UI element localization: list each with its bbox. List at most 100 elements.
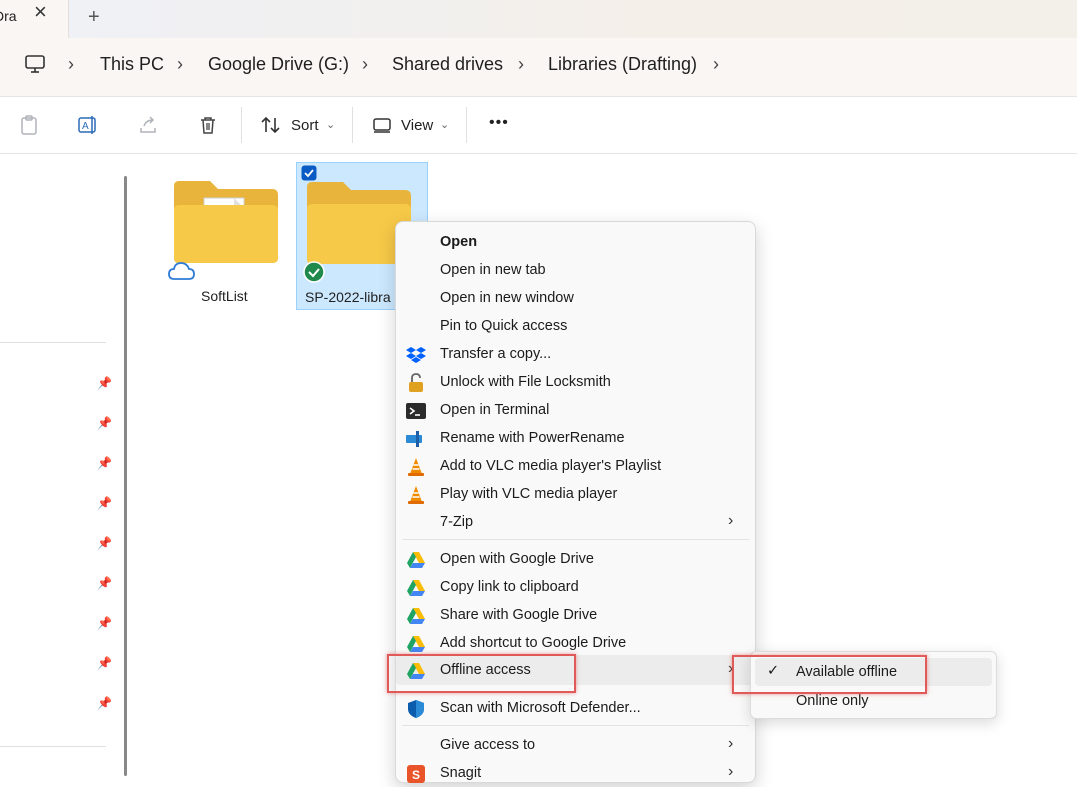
google-drive-icon [407, 580, 425, 596]
lock-icon [409, 373, 423, 392]
pin-icon[interactable]: 📌 [97, 456, 112, 470]
pin-icon[interactable]: 📌 [97, 576, 112, 590]
context-menu: Open Open in new tab Open in new window … [395, 221, 756, 783]
snagit-icon: S [407, 765, 425, 783]
menu-item-label: Open in new tab [440, 262, 546, 278]
synced-check-icon [303, 261, 325, 283]
menu-item-label: Play with VLC media player [440, 486, 618, 502]
menu-item-label: Add shortcut to Google Drive [440, 635, 627, 651]
menu-separator [402, 539, 749, 540]
chevron-right-icon[interactable]: › [518, 54, 524, 75]
breadcrumb-google-drive[interactable]: Google Drive (G:) [208, 54, 349, 75]
folder-name: SoftList [201, 288, 248, 304]
more-options-button[interactable]: ••• [489, 114, 509, 132]
view-button[interactable]: View [401, 117, 433, 134]
folder-icon [174, 181, 278, 263]
rename-icon[interactable]: A [77, 114, 99, 136]
menu-item-label: 7-Zip [440, 514, 474, 530]
menu-item-label: Rename with PowerRename [440, 430, 625, 446]
svg-text:S: S [412, 768, 420, 782]
menu-item-pin-quick-access[interactable]: Pin to Quick access [396, 312, 755, 340]
menu-item-label: Open in Terminal [440, 402, 550, 418]
menu-item-open-new-tab[interactable]: Open in new tab [396, 256, 755, 284]
pin-icon[interactable]: 📌 [97, 536, 112, 550]
menu-item-vlc-play[interactable]: Play with VLC media player [396, 480, 755, 508]
nav-divider [0, 342, 106, 343]
menu-item-open-google-drive[interactable]: Open with Google Drive [396, 545, 755, 573]
folder-name: SP-2022-libra [305, 289, 391, 305]
menu-item-label: Unlock with File Locksmith [440, 374, 611, 390]
cloud-status-icon [168, 262, 195, 280]
menu-item-snagit[interactable]: S Snagit › [396, 759, 755, 787]
breadcrumb-libraries[interactable]: Libraries (Drafting) [548, 54, 697, 75]
chevron-right-icon: › [728, 735, 734, 752]
chevron-right-icon[interactable]: › [177, 54, 183, 75]
google-drive-icon [407, 608, 425, 624]
chevron-right-icon[interactable]: › [713, 54, 719, 75]
dropbox-icon [406, 347, 426, 363]
vlc-icon [408, 486, 424, 504]
menu-item-unlock-file-locksmith[interactable]: Unlock with File Locksmith [396, 368, 755, 396]
menu-item-powerrename[interactable]: Rename with PowerRename [396, 424, 755, 452]
menu-item-label: Give access to [440, 737, 536, 753]
menu-item-scan-defender[interactable]: Scan with Microsoft Defender... [396, 694, 755, 722]
close-icon[interactable]: × [34, 1, 50, 23]
paste-icon[interactable] [18, 114, 40, 136]
pin-icon[interactable]: 📌 [97, 496, 112, 510]
tab-label: Dra [0, 8, 17, 24]
menu-item-add-shortcut[interactable]: Add shortcut to Google Drive [396, 629, 755, 657]
toolbar-separator [352, 107, 353, 143]
menu-item-7zip[interactable]: 7-Zip › [396, 508, 755, 536]
submenu-item-label: Online only [796, 693, 869, 709]
menu-item-copy-link[interactable]: Copy link to clipboard [396, 573, 755, 601]
pin-icon[interactable]: 📌 [97, 696, 112, 710]
chevron-right-icon[interactable]: › [68, 54, 74, 75]
vlc-icon [408, 458, 424, 476]
toolbar-separator [466, 107, 467, 143]
pin-icon[interactable]: 📌 [97, 376, 112, 390]
google-drive-icon [407, 552, 425, 568]
annotation-highlight-box [732, 655, 927, 694]
menu-item-give-access[interactable]: Give access to › [396, 731, 755, 759]
google-drive-icon [407, 636, 425, 652]
chevron-down-icon[interactable]: ⌄ [326, 118, 335, 131]
view-icon[interactable] [371, 114, 393, 136]
command-bar [0, 97, 1077, 154]
menu-item-label: Add to VLC media player's Playlist [440, 458, 662, 474]
breadcrumb-this-pc[interactable]: This PC [100, 54, 164, 75]
computer-icon[interactable] [24, 53, 46, 75]
menu-item-share-google-drive[interactable]: Share with Google Drive [396, 601, 755, 629]
menu-item-vlc-playlist[interactable]: Add to VLC media player's Playlist [396, 452, 755, 480]
nav-scrollbar[interactable] [124, 176, 127, 776]
breadcrumb-shared-drives[interactable]: Shared drives [392, 54, 503, 75]
menu-item-open-terminal[interactable]: Open in Terminal [396, 396, 755, 424]
annotation-highlight-box [387, 654, 576, 693]
share-icon[interactable] [137, 114, 159, 136]
menu-item-label: Share with Google Drive [440, 607, 598, 623]
menu-item-label: Copy link to clipboard [440, 579, 579, 595]
menu-item-label: Open with Google Drive [440, 551, 594, 567]
powerrename-icon [406, 431, 422, 447]
menu-item-transfer-copy[interactable]: Transfer a copy... [396, 340, 755, 368]
sort-button[interactable]: Sort [291, 117, 319, 134]
pin-icon[interactable]: 📌 [97, 656, 112, 670]
menu-item-label: Pin to Quick access [440, 318, 568, 334]
svg-text:A: A [82, 121, 89, 132]
pin-icon[interactable]: 📌 [97, 616, 112, 630]
chevron-right-icon[interactable]: › [362, 54, 368, 75]
tab-strip [0, 0, 1077, 38]
menu-item-label: Open in new window [440, 290, 574, 306]
sort-icon[interactable] [260, 114, 282, 136]
folder-item-softlist[interactable]: SoftList [160, 162, 290, 308]
menu-item-open-new-window[interactable]: Open in new window [396, 284, 755, 312]
chevron-right-icon: › [728, 763, 734, 780]
chevron-down-icon[interactable]: ⌄ [440, 118, 449, 131]
terminal-icon [406, 403, 426, 419]
delete-icon[interactable] [197, 114, 219, 136]
menu-item-open[interactable]: Open [396, 228, 755, 256]
active-tab[interactable]: Dra × [0, 0, 69, 38]
menu-separator [402, 725, 749, 726]
menu-item-label: Scan with Microsoft Defender... [440, 700, 641, 716]
pin-icon[interactable]: 📌 [97, 416, 112, 430]
new-tab-plus-icon[interactable]: + [88, 6, 100, 29]
